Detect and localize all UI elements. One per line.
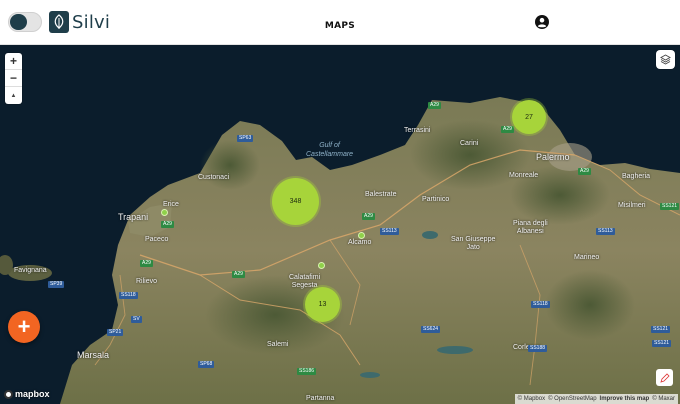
road-shield: SS118: [119, 292, 138, 299]
place-custonaci: Custonaci: [198, 174, 230, 181]
road-shield: SS121: [660, 203, 680, 210]
cluster-count: 27: [525, 113, 533, 121]
map-attribution: © Mapbox © OpenStreetMap Improve this ma…: [514, 394, 678, 404]
place-san-giuseppe-text: San Giuseppe Jato: [451, 236, 496, 251]
place-marsala: Marsala: [77, 350, 110, 360]
map-pin[interactable]: [318, 262, 325, 269]
top-bar: Silvi MAPS: [0, 0, 680, 45]
zoom-controls: + − ▲: [5, 53, 22, 104]
road-shield: SS624: [421, 326, 441, 333]
place-carini: Carini: [460, 140, 479, 147]
road-shield: SP68: [198, 361, 215, 368]
place-san-giuseppe: San Giuseppe Jato: [451, 236, 495, 252]
pencil-icon: [659, 372, 670, 383]
road-shield: SP21: [107, 329, 124, 336]
satellite-map[interactable]: Gulf of Castellammare Terrasini Carini P…: [0, 45, 680, 404]
road-shield: A29: [578, 168, 591, 175]
place-misilmeri: Misilmeri: [618, 202, 646, 209]
road-shield: A29: [232, 271, 245, 278]
road-shield: A29: [161, 221, 174, 228]
place-trapani: Trapani: [118, 212, 149, 222]
place-paceco: Paceco: [145, 236, 169, 243]
zoom-in-button[interactable]: +: [5, 53, 22, 70]
road-shield: SS186: [297, 368, 317, 375]
zoom-out-button[interactable]: −: [5, 70, 22, 87]
compass-button[interactable]: ▲: [5, 87, 22, 104]
compass-icon: ▲: [10, 92, 17, 99]
road-shield: SS118: [531, 301, 550, 308]
road-shield: A29: [140, 260, 153, 267]
attribution-osm-link[interactable]: © OpenStreetMap: [548, 396, 596, 402]
layers-button[interactable]: [656, 50, 675, 69]
cluster-marker[interactable]: 348: [272, 178, 319, 225]
attribution-mapbox-link[interactable]: © Mapbox: [518, 396, 545, 402]
road-shield: SS113: [596, 228, 615, 235]
cluster-marker[interactable]: 13: [305, 287, 340, 322]
place-alcamo: Alcamo: [348, 239, 372, 246]
place-partinico: Partinico: [422, 196, 450, 203]
place-monreale: Monreale: [509, 172, 539, 179]
cluster-marker[interactable]: 27: [512, 100, 546, 134]
gulf-label-text: Gulf of Castellammare: [306, 142, 354, 158]
road-shield: SS188: [528, 345, 548, 352]
place-favignana: Favignana: [14, 267, 47, 274]
place-piana-text: Piana degli Albanesi: [513, 220, 548, 235]
cluster-count: 13: [318, 301, 327, 308]
gulf-label: Gulf of Castellammare: [306, 141, 353, 159]
layers-icon: [660, 54, 671, 65]
mapbox-logo[interactable]: mapbox: [4, 389, 50, 399]
place-terrasini: Terrasini: [404, 127, 431, 134]
account-circle-icon[interactable]: [535, 15, 549, 29]
road-shield: SV: [131, 316, 142, 323]
road-shield: SS113: [380, 228, 399, 235]
place-partanna: Partanna: [306, 395, 335, 402]
place-calatafimi-text: Calatafimi Segesta: [289, 274, 321, 289]
mapbox-icon: [4, 389, 13, 399]
app: Silvi MAPS Gulf of Castellammare Terrasi…: [0, 0, 680, 404]
add-button[interactable]: +: [8, 311, 40, 343]
road-shield: SP63: [237, 135, 254, 142]
road-shield: SS121: [652, 340, 672, 347]
place-balestrate: Balestrate: [365, 191, 397, 198]
place-marineo: Marineo: [574, 254, 600, 261]
road-shield: SS121: [651, 326, 671, 333]
attribution-maxar-link[interactable]: © Maxar: [652, 396, 675, 402]
map-pin[interactable]: [358, 232, 365, 239]
place-bagheria: Bagheria: [622, 173, 651, 180]
draw-tool-button[interactable]: [656, 369, 673, 386]
place-erice: Erice: [163, 201, 179, 208]
cluster-count: 348: [289, 198, 302, 205]
attribution-improve-link[interactable]: Improve this map: [600, 396, 650, 402]
place-salemi: Salemi: [267, 341, 289, 348]
road-shield: A29: [501, 126, 514, 133]
place-rilievo: Rilievo: [136, 278, 158, 285]
page-title: MAPS: [324, 21, 356, 31]
map-pin[interactable]: [161, 209, 168, 216]
road-shield: A29: [362, 213, 375, 220]
road-shield: A29: [428, 102, 441, 109]
mapbox-logo-text: mapbox: [15, 389, 50, 399]
place-palermo: Palermo: [536, 152, 570, 162]
road-shield: SP39: [48, 281, 65, 288]
place-piana: Piana degli Albanesi: [513, 220, 548, 236]
